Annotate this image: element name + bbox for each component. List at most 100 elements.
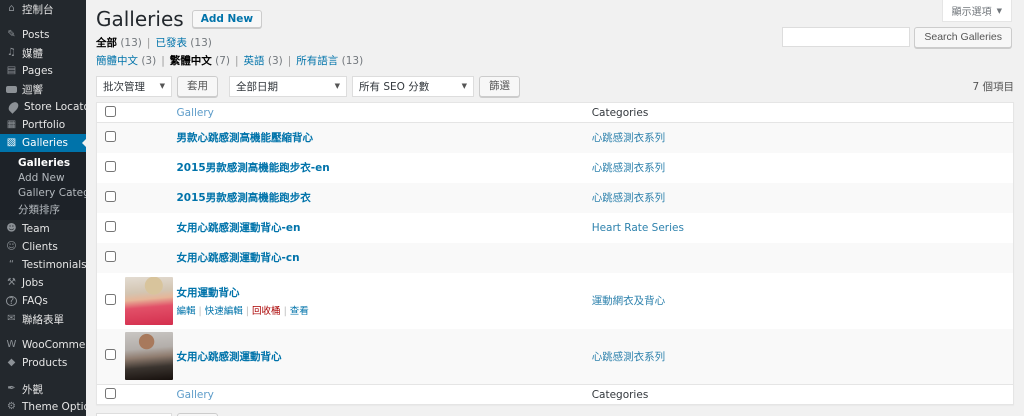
filter-link[interactable]: 繁體中文 (7): [156, 53, 230, 68]
sidebar-item-store-locator[interactable]: Store Locator: [0, 98, 86, 116]
select-all-checkbox[interactable]: [105, 105, 116, 117]
date-filter-select[interactable]: 全部日期 ▼: [229, 75, 347, 97]
sidebar-item-portfolio[interactable]: ▦ Portfolio: [0, 116, 86, 134]
row-action-link[interactable]: 查看: [281, 306, 309, 317]
row-checkbox[interactable]: [105, 293, 116, 305]
gear-icon: ⚙: [7, 401, 16, 412]
bulk-action-select[interactable]: 批次管理 ▼: [96, 75, 172, 97]
filter-link[interactable]: 已發表 (13): [142, 35, 212, 50]
sidebar-item-faqs[interactable]: ? FAQs: [0, 292, 86, 310]
admin-sidebar: ⌂ 控制台 ✎ Posts ♫ 媒體 ▤ Pages 迴響 Store Locator ▦ Portf…: [0, 0, 86, 416]
sidebar-item-pages[interactable]: ▤ Pages: [0, 62, 86, 80]
category-link[interactable]: 運動網衣及背心: [592, 295, 666, 307]
sidebar-item-contact-form[interactable]: ✉ 聯絡表單: [0, 310, 86, 328]
filter-link-count: (13): [186, 37, 212, 49]
category-link[interactable]: 心跳感測衣系列: [592, 162, 666, 174]
filter-link[interactable]: 全部 (13): [96, 35, 142, 50]
row-checkbox[interactable]: [105, 190, 116, 202]
submenu-item[interactable]: 分類排序: [0, 200, 86, 216]
gallery-title-link[interactable]: 男款心跳感測高機能壓縮背心: [177, 132, 314, 144]
apply-button[interactable]: 套用: [177, 412, 218, 416]
table-row: 男款心跳感測高機能壓縮背心 心跳感測衣系列: [96, 122, 1014, 153]
add-new-button[interactable]: Add New: [191, 10, 263, 28]
filter-link[interactable]: 所有語言 (13): [283, 53, 363, 68]
filter-link-label: 英語: [243, 55, 265, 67]
sidebar-item-media[interactable]: ♫ 媒體: [0, 44, 86, 62]
gallery-title-link[interactable]: 女用心跳感測運動背心-en: [177, 222, 301, 234]
filter-link-label: 全部: [96, 37, 117, 49]
sidebar-item-label: Clients: [22, 241, 58, 253]
categories-column-header: Categories: [591, 102, 1014, 123]
row-checkbox[interactable]: [105, 220, 116, 232]
category-link[interactable]: 心跳感測衣系列: [592, 192, 666, 204]
category-link[interactable]: 心跳感測衣系列: [592, 351, 666, 363]
sidebar-item-woocommerce[interactable]: W WooCommerce: [0, 336, 86, 354]
sidebar-item-label: Products: [22, 357, 68, 369]
gallery-title-link[interactable]: 女用心跳感測運動背心-cn: [177, 252, 300, 264]
language-filter-links: 簡體中文 (3)繁體中文 (7)英語 (3)所有語言 (13): [96, 53, 1014, 68]
sidebar-item-clients[interactable]: ☺ Clients: [0, 238, 86, 256]
submenu-item[interactable]: Gallery Categories: [0, 185, 86, 200]
products-icon: ◆: [7, 357, 16, 368]
table-header: Gallery Categories: [96, 102, 1014, 123]
gallery-title-link[interactable]: 女用心跳感測運動背心: [177, 351, 282, 363]
sidebar-item-dashboard[interactable]: ⌂ 控制台: [0, 0, 86, 18]
chevron-down-icon: ▼: [461, 82, 467, 90]
sidebar-item-team[interactable]: ☻ Team: [0, 220, 86, 238]
sidebar-item-appearance[interactable]: ✒ 外觀: [0, 380, 86, 398]
apply-button[interactable]: 套用: [177, 75, 218, 97]
tablenav-top: 批次管理 ▼ 套用 全部日期 ▼ 所有 SEO 分數 ▼ 篩選 7 個項目: [96, 75, 1014, 97]
category-link[interactable]: 心跳感測衣系列: [592, 132, 666, 144]
gallery-column-header[interactable]: Gallery: [176, 384, 592, 405]
row-checkbox[interactable]: [105, 250, 116, 262]
submenu-item[interactable]: Add New: [0, 170, 86, 185]
filter-button[interactable]: 篩選: [479, 75, 520, 97]
filter-link-label: 繁體中文: [169, 55, 212, 67]
gallery-title-link[interactable]: 女用運動背心: [177, 287, 240, 299]
filter-link[interactable]: 英語 (3): [230, 53, 283, 68]
table-row: 2015男款感測高機能跑步衣-en 心跳感測衣系列: [97, 153, 1014, 183]
row-action-link[interactable]: 回收桶: [243, 306, 281, 317]
wordpress-admin: ⌂ 控制台 ✎ Posts ♫ 媒體 ▤ Pages 迴響 Store Locator ▦ Portf…: [0, 0, 1024, 416]
search-input[interactable]: [782, 27, 911, 47]
row-action-link[interactable]: 快速編輯: [196, 306, 243, 317]
gallery-thumbnail: [124, 276, 173, 325]
row-action-link[interactable]: 編輯: [177, 306, 196, 317]
category-link[interactable]: Heart Rate Series: [592, 222, 684, 234]
sidebar-item-galleries[interactable]: ▧ Galleries: [0, 134, 86, 152]
sidebar-item-testimonials[interactable]: “ Testimonials: [0, 256, 86, 274]
gallery-column-header[interactable]: Gallery: [176, 102, 592, 123]
sidebar-item-jobs[interactable]: ⚒ Jobs: [0, 274, 86, 292]
sidebar-item-comments[interactable]: 迴響: [0, 80, 86, 98]
sidebar-item-products[interactable]: ◆ Products: [0, 354, 86, 372]
sidebar-item-posts[interactable]: ✎ Posts: [0, 26, 86, 44]
filter-link[interactable]: 簡體中文 (3): [96, 53, 156, 68]
sidebar-item-label: Theme Options: [22, 401, 86, 413]
row-checkbox[interactable]: [105, 160, 116, 172]
search-galleries-button[interactable]: Search Galleries: [914, 27, 1012, 48]
sidebar-item-theme-options[interactable]: ⚙ Theme Options: [0, 398, 86, 416]
gallery-thumbnail: [124, 332, 173, 381]
page-title: Galleries: [96, 7, 184, 31]
sidebar-item-label: Posts: [22, 29, 50, 41]
bulk-action-value: 批次管理: [103, 80, 145, 93]
appearance-icon: ✒: [7, 383, 16, 394]
portfolio-icon: ▦: [6, 119, 17, 130]
team-icon: ☻: [6, 223, 17, 234]
submenu-item[interactable]: Galleries: [0, 155, 86, 170]
row-actions: 編輯快速編輯回收桶查看: [177, 303, 592, 317]
select-all-checkbox[interactable]: [105, 387, 116, 399]
gallery-title-link[interactable]: 2015男款感測高機能跑步衣-en: [177, 162, 330, 174]
filter-link-label: 已發表: [155, 37, 187, 49]
sidebar-item-label: Store Locator: [24, 101, 86, 113]
row-checkbox[interactable]: [105, 130, 116, 142]
quote-icon: “: [8, 259, 15, 270]
bulk-action-select[interactable]: 批次管理 ▼: [96, 412, 172, 416]
date-filter-value: 全部日期: [236, 80, 278, 93]
gallery-title-link[interactable]: 2015男款感測高機能跑步衣: [177, 192, 311, 204]
row-checkbox[interactable]: [105, 349, 116, 361]
filter-link-count: (7): [211, 55, 230, 67]
chevron-down-icon: ▼: [159, 82, 165, 90]
sidebar-menu: ⌂ 控制台 ✎ Posts ♫ 媒體 ▤ Pages 迴響 Store Locator ▦ Portf…: [0, 0, 86, 416]
seo-filter-select[interactable]: 所有 SEO 分數 ▼: [352, 75, 474, 97]
